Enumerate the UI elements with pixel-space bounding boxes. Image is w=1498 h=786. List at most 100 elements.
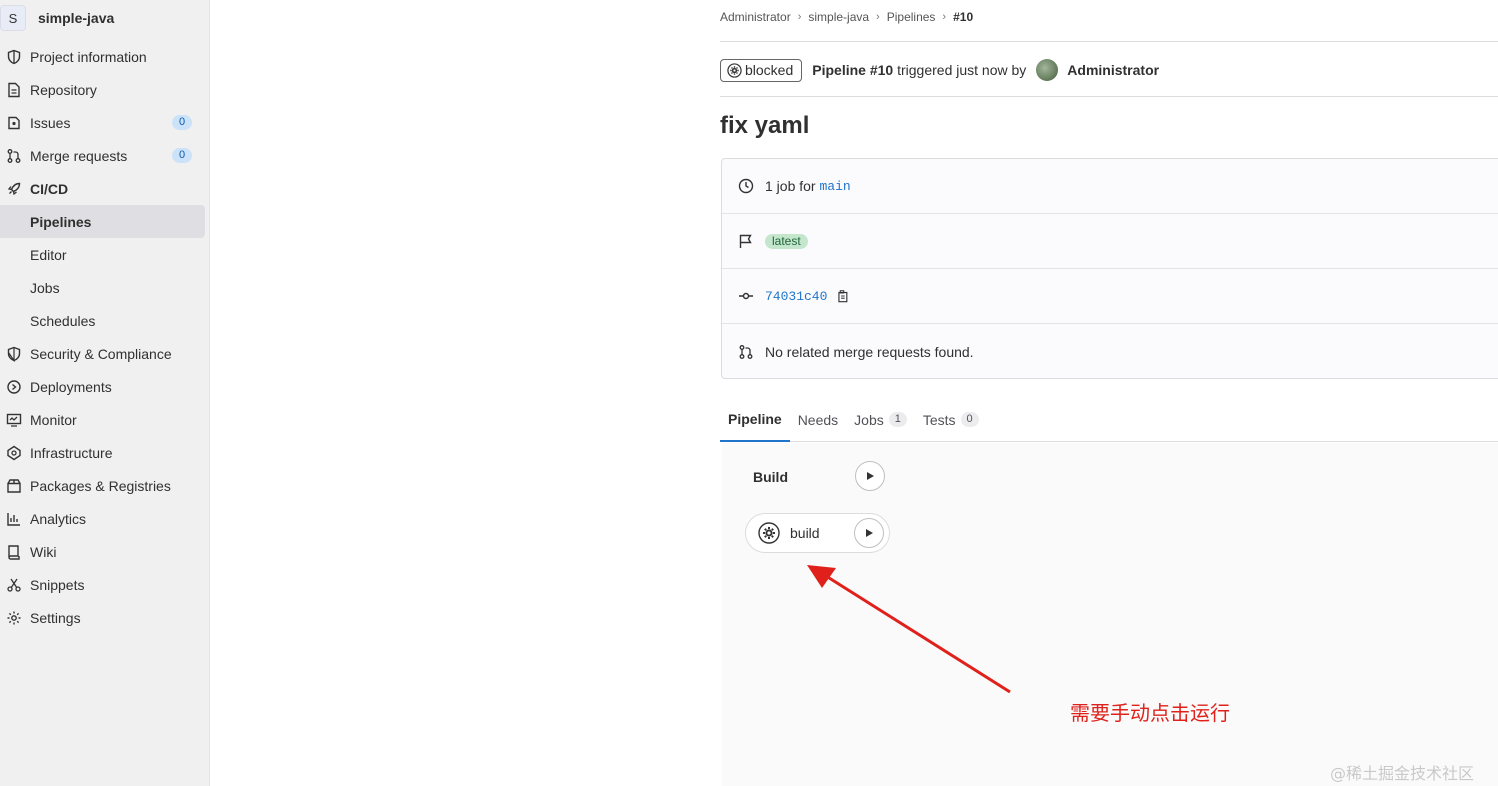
user-link[interactable]: Administrator (1067, 62, 1159, 78)
sidebar-item-merge-requests[interactable]: Merge requests 0 (0, 139, 209, 172)
analytics-icon (6, 511, 22, 527)
stage-title: Build (753, 469, 788, 485)
breadcrumb-administrator[interactable]: Administrator (720, 10, 791, 24)
pipeline-info-box: 1 job for main latest 74031c40 No relate… (721, 158, 1498, 379)
sidebar-item-jobs[interactable]: Jobs (0, 271, 209, 304)
tab-tests[interactable]: Tests 0 (915, 398, 987, 441)
sidebar-item-deployments[interactable]: Deployments (0, 370, 209, 403)
sidebar-item-pipelines[interactable]: Pipelines (0, 205, 205, 238)
job-name: build (790, 525, 820, 541)
sidebar-item-security-compliance[interactable]: Security & Compliance (0, 337, 209, 370)
commit-sha-link[interactable]: 74031c40 (765, 289, 827, 304)
sidebar-item-repository[interactable]: Repository (0, 73, 209, 106)
sidebar-item-label: Merge requests (30, 147, 128, 164)
deployments-icon (6, 379, 22, 395)
breadcrumb-simple-java[interactable]: simple-java (808, 10, 869, 24)
avatar[interactable] (1036, 59, 1059, 81)
tab-label: Pipeline (728, 411, 782, 427)
tab-needs[interactable]: Needs (790, 398, 846, 441)
sidebar-item-project-information[interactable]: Project information (0, 40, 209, 73)
sidebar-item-schedules[interactable]: Schedules (0, 304, 209, 337)
stage-play-button[interactable] (855, 461, 885, 491)
monitor-icon (6, 412, 22, 428)
shield-icon (6, 346, 22, 362)
info-icon (6, 49, 22, 65)
sidebar-item-editor[interactable]: Editor (0, 238, 209, 271)
sidebar-item-label: Packages & Registries (30, 477, 171, 494)
sidebar-nav: Project information Repository Issues 0 … (0, 40, 209, 634)
sidebar-item-infrastructure[interactable]: Infrastructure (0, 436, 209, 469)
sidebar-item-label: Analytics (30, 510, 87, 527)
breadcrumb-current[interactable]: #10 (953, 10, 973, 24)
sidebar-item-label: Settings (30, 609, 81, 626)
page-title: fix yaml (720, 112, 810, 139)
jobs-info-row: 1 job for main (722, 159, 1498, 214)
job-play-button[interactable] (854, 518, 884, 548)
sidebar-item-label: Issues (30, 114, 71, 131)
status-label: blocked (745, 62, 794, 78)
sidebar-item-label: Jobs (30, 279, 60, 296)
latest-badge: latest (765, 233, 808, 249)
issues-count-badge: 0 (172, 115, 192, 130)
sidebar-item-issues[interactable]: Issues 0 (0, 106, 209, 139)
breadcrumb: Administrator › simple-java › Pipelines … (720, 10, 973, 24)
commit-icon (737, 287, 755, 305)
tab-jobs[interactable]: Jobs 1 (846, 398, 915, 441)
play-icon (866, 529, 873, 537)
merge-request-icon (737, 343, 755, 361)
sidebar-item-label: Pipelines (30, 213, 92, 230)
tag-info-row: latest (722, 214, 1498, 269)
sidebar-item-analytics[interactable]: Analytics (0, 502, 209, 535)
sidebar-item-label: Wiki (30, 543, 57, 560)
pipeline-trigger-text: Pipeline #10 triggered just now by (812, 62, 1026, 78)
snippet-icon (6, 577, 22, 593)
breadcrumb-pipelines[interactable]: Pipelines (887, 10, 936, 24)
sidebar-item-label: Editor (30, 246, 67, 263)
sidebar-item-cicd[interactable]: CI/CD (0, 172, 209, 205)
project-avatar: S (0, 5, 26, 31)
sidebar: S simple-java Project information Reposi… (0, 0, 210, 786)
doc-icon (6, 82, 22, 98)
sidebar-item-label: Deployments (30, 378, 112, 395)
merge-requests-text: No related merge requests found. (765, 343, 974, 360)
project-header[interactable]: S simple-java (0, 0, 209, 36)
sidebar-item-packages-registries[interactable]: Packages & Registries (0, 469, 209, 502)
main-content: Administrator › simple-java › Pipelines … (720, 0, 1498, 786)
sidebar-item-label: Infrastructure (30, 444, 113, 461)
book-icon (6, 544, 22, 560)
flag-icon (737, 232, 755, 250)
commit-info-row: 74031c40 (722, 269, 1498, 324)
branch-link[interactable]: main (819, 179, 850, 194)
play-icon (867, 472, 874, 480)
jobs-prefix: 1 job for (765, 178, 816, 194)
watermark: @稀土掘金技术社区 (1330, 764, 1475, 783)
sidebar-item-label: Project information (30, 48, 147, 65)
status-badge[interactable]: blocked (720, 58, 803, 82)
copy-icon[interactable] (835, 289, 849, 303)
gear-icon (727, 62, 742, 78)
chevron-right-icon: › (876, 11, 880, 23)
pipeline-id: Pipeline #10 (812, 62, 894, 78)
sidebar-item-label: Security & Compliance (30, 345, 172, 362)
package-icon (6, 478, 22, 494)
tests-count-badge: 0 (960, 412, 979, 427)
sidebar-item-wiki[interactable]: Wiki (0, 535, 209, 568)
project-name: simple-java (38, 10, 115, 26)
tab-pipeline[interactable]: Pipeline (720, 398, 790, 442)
issues-icon (6, 115, 22, 131)
annotation-text: 需要手动点击运行 (1070, 701, 1230, 725)
infrastructure-icon (6, 445, 22, 461)
sidebar-item-label: Snippets (30, 576, 85, 593)
rocket-icon (6, 181, 22, 197)
sidebar-item-settings[interactable]: Settings (0, 601, 209, 634)
sidebar-item-label: Repository (30, 81, 97, 98)
sidebar-item-snippets[interactable]: Snippets (0, 568, 209, 601)
merge-request-icon (6, 148, 22, 164)
job-item[interactable]: build (745, 513, 890, 553)
sidebar-item-label: CI/CD (30, 180, 69, 197)
jobs-count-badge: 1 (888, 412, 907, 427)
sidebar-item-label: Schedules (30, 312, 96, 329)
pipeline-tabs: Pipeline Needs Jobs 1 Tests 0 (720, 398, 1498, 442)
tab-label: Needs (797, 411, 839, 428)
sidebar-item-monitor[interactable]: Monitor (0, 403, 209, 436)
